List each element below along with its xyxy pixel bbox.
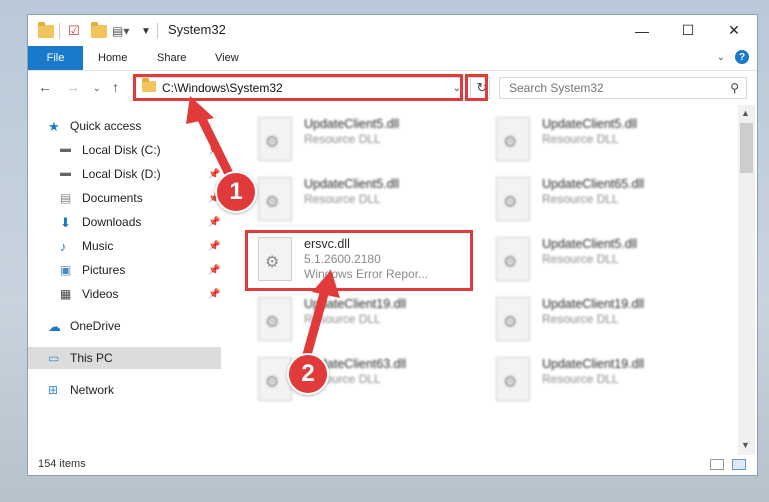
callout-1: 1 [215,171,257,213]
arrow-to-file [300,270,340,367]
annotation-arrows [186,96,340,367]
callout-2: 2 [287,353,329,395]
arrow-to-address [186,96,237,185]
